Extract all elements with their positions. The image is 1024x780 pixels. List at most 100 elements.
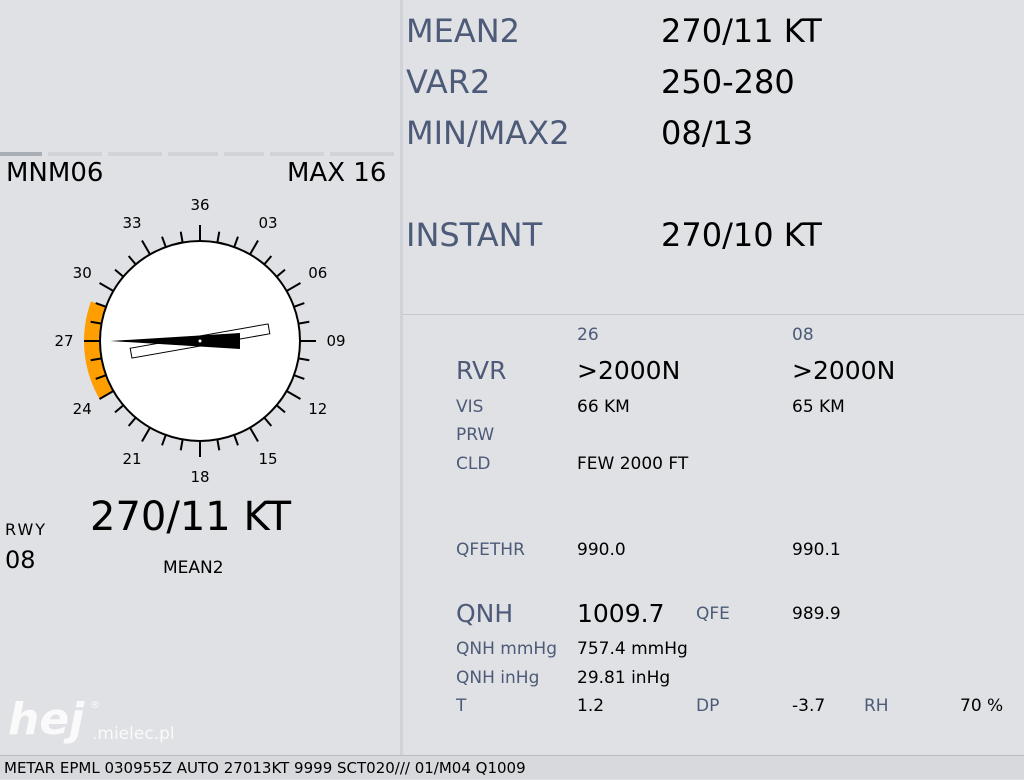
dial-tick [179, 439, 184, 451]
dial-tick [263, 416, 273, 427]
dial-label: 06 [308, 264, 327, 282]
dial-tick [141, 427, 151, 442]
mean-wind-value: 270/11 KT [90, 494, 291, 540]
metar-text: METAR EPML 030955Z AUTO 27013KT 9999 SCT… [4, 759, 526, 777]
metar-status-bar: METAR EPML 030955Z AUTO 27013KT 9999 SCT… [0, 755, 1024, 779]
dial-tick [127, 416, 137, 427]
dial-tick [114, 268, 125, 278]
dial-label: 12 [308, 400, 327, 418]
dial-tick [233, 236, 239, 248]
dial-label: 15 [258, 450, 277, 468]
min-wind-value: 06 [70, 158, 104, 188]
qfe-value: 989.9 [792, 604, 841, 624]
temperature-value: 1.2 [577, 696, 605, 716]
dial-label: 03 [258, 214, 277, 232]
dial-label: 21 [122, 450, 141, 468]
cld-col1-value: FEW 2000 FT [577, 454, 689, 474]
dial-tick [127, 255, 137, 266]
prw-label: PRW [456, 425, 495, 445]
dial-tick [275, 404, 286, 414]
dial-label: 36 [190, 196, 209, 214]
dial-tick [249, 240, 259, 255]
dial-tick [161, 434, 167, 446]
var2-label: VAR2 [406, 63, 491, 101]
dial-tick [293, 374, 305, 380]
qnh-label: QNH [456, 599, 514, 628]
tab-indicator [270, 152, 324, 156]
dial-label: 33 [122, 214, 141, 232]
dial-label: 24 [73, 400, 92, 418]
dial-tick [275, 268, 286, 278]
minmax2-value: 08/13 [661, 114, 754, 152]
dewpoint-label: DP [696, 696, 720, 716]
dial-tick [298, 357, 310, 362]
qnh-mmhg-value: 757.4 mmHg [577, 639, 688, 659]
rvr-col2-value: >2000N [792, 356, 896, 385]
dial-tick [298, 320, 310, 325]
dial-label: 30 [73, 264, 92, 282]
watermark-registered: ® [90, 700, 100, 711]
humidity-value: 70 % [960, 696, 1004, 716]
tab-indicator [224, 152, 264, 156]
vis-col2-value: 65 KM [792, 397, 845, 417]
rwy-label: RWY [5, 520, 48, 539]
dial-tick [179, 231, 184, 243]
vis-label: VIS [456, 397, 484, 417]
qnh-inhg-value: 29.81 inHg [577, 668, 671, 688]
min-wind-label: MNM [6, 158, 71, 188]
rvr-col1-value: >2000N [577, 356, 681, 385]
tab-indicator [48, 152, 102, 156]
dial-tick [141, 240, 151, 255]
max-wind-value: 16 [353, 158, 387, 188]
tab-indicator [0, 152, 42, 156]
dial-label: 18 [190, 468, 209, 486]
wind-arrow-center [198, 339, 202, 343]
qfethr-col2-value: 990.1 [792, 540, 841, 560]
qfe-label: QFE [696, 604, 730, 624]
dial-tick [216, 231, 221, 243]
instant-value: 270/10 KT [661, 216, 822, 254]
dial-tick [161, 236, 167, 248]
runway-data-panel: 26 08 RVR >2000N >2000N VIS 66 KM 65 KM … [403, 318, 1024, 755]
dewpoint-value: -3.7 [792, 696, 826, 716]
mean2-label: MEAN2 [406, 12, 521, 50]
minmax2-label: MIN/MAX2 [406, 114, 570, 152]
mean2-value: 270/11 KT [661, 12, 822, 50]
humidity-label: RH [864, 696, 889, 716]
dial-label: 27 [54, 332, 73, 350]
cld-label: CLD [456, 454, 491, 474]
rwy-value: 08 [5, 546, 36, 574]
qnh-value: 1009.7 [577, 599, 665, 628]
dial-tick [263, 255, 273, 266]
watermark-text: hej [8, 694, 85, 745]
tab-indicator [330, 152, 394, 156]
min-wind-readout: MNM06 [6, 158, 103, 188]
mean-wind-caption: MEAN2 [163, 558, 224, 578]
qnh-mmhg-label: QNH mmHg [456, 639, 557, 659]
dial-tick [249, 427, 259, 442]
instant-label: INSTANT [406, 216, 543, 254]
wind-summary-panel: MEAN2 270/11 KT VAR2 250-280 MIN/MAX2 08… [403, 0, 1024, 315]
wind-rose-panel: MNM06 MAX 16 36 03 06 09 12 15 18 21 24 27 30 33 RW… [0, 0, 400, 755]
wind-rose: 36 03 06 09 12 15 18 21 24 27 30 33 [54, 196, 345, 486]
dial-tick [114, 404, 125, 414]
qfethr-label: QFETHR [456, 540, 525, 560]
max-wind-label: MAX [287, 158, 346, 188]
dial-tick [286, 390, 301, 400]
vis-col1-value: 66 KM [577, 397, 630, 417]
rvr-label: RVR [456, 356, 507, 385]
dial-tick [216, 439, 221, 451]
panel-tabs [0, 152, 400, 156]
qnh-inhg-label: QNH inHg [456, 668, 540, 688]
runway-col2-header: 08 [792, 325, 814, 345]
dial-tick [99, 282, 114, 292]
dial-label: 09 [326, 332, 345, 350]
runway-col1-header: 26 [577, 325, 599, 345]
qfethr-col1-value: 990.0 [577, 540, 626, 560]
tab-indicator [168, 152, 218, 156]
max-wind-readout: MAX 16 [287, 158, 386, 188]
var2-value: 250-280 [661, 63, 795, 101]
watermark-logo: hej ® .mielec.pl [8, 694, 178, 750]
dial-tick [233, 434, 239, 446]
dial-tick [286, 282, 301, 292]
